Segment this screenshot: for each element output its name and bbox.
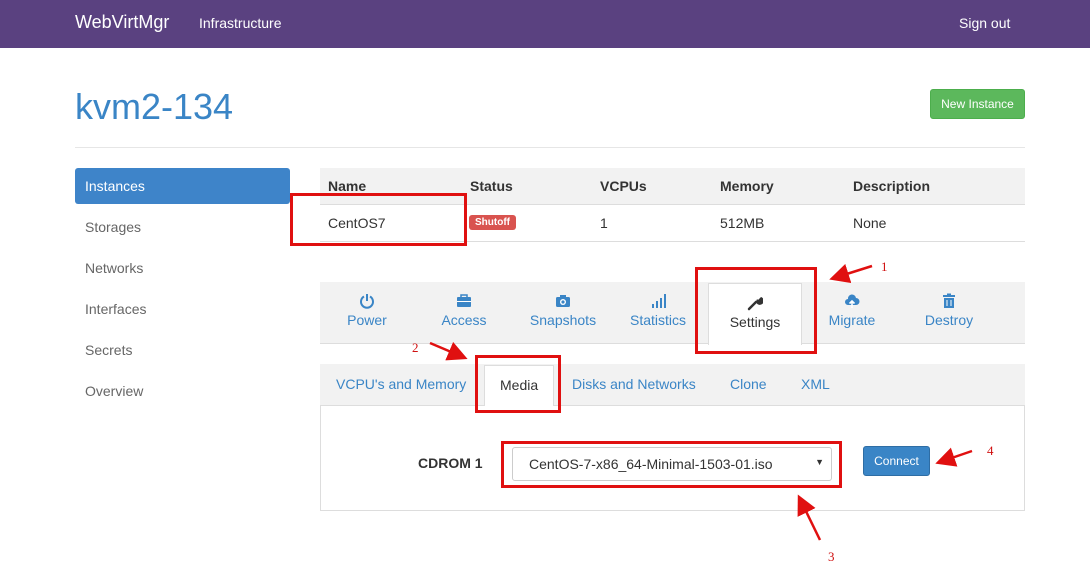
arrow-3 [797,494,822,541]
annotation-number-3: 3 [828,549,835,564]
annotation-number-4: 4 [987,443,994,458]
arrow-2 [429,341,468,361]
annotation-number-2: 2 [412,340,419,355]
annotation-arrows [429,263,973,541]
annotation-number-1: 1 [881,259,888,274]
arrow-1 [829,263,873,284]
arrow-4 [935,447,973,467]
